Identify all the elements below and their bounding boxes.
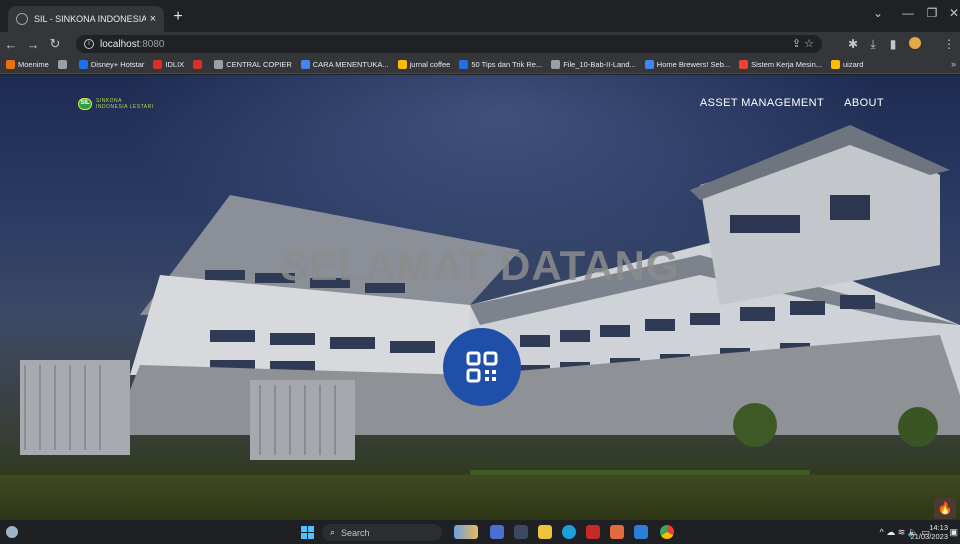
bookmark-favicon-icon	[153, 60, 163, 69]
side-panel-icon[interactable]: ▮	[884, 37, 902, 51]
bookmark-label: Moenime	[18, 60, 49, 69]
bookmark-favicon-icon	[644, 60, 654, 69]
bookmark-favicon-icon	[551, 60, 561, 69]
tab-search-icon[interactable]: ⌄	[868, 6, 888, 20]
bookmark-item[interactable]: Disney+ Hotstar	[78, 60, 145, 69]
bookmark-label: CENTRAL COPIER	[226, 60, 292, 69]
clock[interactable]: 14:13 21/03/2023	[910, 523, 948, 541]
bookmark-favicon-icon	[57, 60, 67, 69]
url-port: :8080	[139, 38, 165, 50]
bookmark-label: Home Brewers! Seb...	[656, 60, 731, 69]
address-bar[interactable]: i localhost :8080 ⇪ ☆	[76, 35, 822, 53]
browser-tab-strip: SIL - SINKONA INDONESIA LESTARI × + ⌄ — …	[0, 0, 960, 32]
bookmark-item[interactable]: Sistem Kerja Mesin...	[739, 60, 822, 69]
browser-tab[interactable]: SIL - SINKONA INDONESIA LESTARI ×	[8, 6, 164, 32]
bookmark-item[interactable]: Home Brewers! Seb...	[644, 60, 731, 69]
bookmark-label: jurnal coffee	[409, 60, 451, 69]
bookmark-label: Disney+ Hotstar	[90, 60, 145, 69]
vscode-icon[interactable]	[634, 525, 648, 539]
bookmark-favicon-icon	[831, 60, 840, 69]
bookmark-item[interactable]: Moenime	[6, 60, 49, 69]
downloads-icon[interactable]: ⤓	[864, 37, 882, 52]
bookmark-item[interactable]	[57, 60, 70, 69]
search-icon: ⌕	[330, 527, 336, 537]
xampp-icon[interactable]	[610, 525, 624, 539]
netflix-icon[interactable]	[586, 525, 600, 539]
settings-icon[interactable]	[514, 525, 528, 539]
bookmark-label: CARA MENENTUKA...	[312, 60, 389, 69]
start-icon[interactable]	[301, 526, 314, 539]
web-page: SIL SINKONA INDONESIA LESTARI ASSET MANA…	[0, 75, 960, 519]
hero-title: SELAMAT DATANG	[280, 242, 680, 289]
close-tab-icon[interactable]: ×	[150, 13, 156, 25]
minimize-icon[interactable]: —	[898, 6, 918, 20]
url-host: localhost	[100, 38, 140, 50]
flame-icon[interactable]: 🔥	[934, 498, 956, 519]
more-bookmarks-icon[interactable]: »	[951, 59, 956, 69]
file-explorer-icon[interactable]	[538, 525, 552, 539]
bookmark-favicon-icon	[300, 60, 310, 69]
site-logo[interactable]: SIL SINKONA INDONESIA LESTARI	[78, 98, 154, 110]
menu-icon[interactable]: ⋮	[940, 37, 958, 51]
chrome-icon[interactable]	[660, 525, 674, 539]
bookmark-item[interactable]: IDLIX	[153, 60, 184, 69]
bookmarks-bar: Moenime Disney+ Hotstar IDLIX CENTRAL COPIE…	[0, 56, 960, 74]
clock-date: 21/03/2023	[910, 532, 948, 541]
photos-icon[interactable]	[490, 525, 504, 539]
main-nav: ASSET MANAGEMENT ABOUT	[680, 97, 884, 109]
bookmark-label: 50 Tips dan Trik Re...	[471, 60, 543, 69]
bookmark-label: uizard	[843, 60, 864, 69]
maximize-icon[interactable]: ❐	[922, 6, 942, 20]
bookmark-favicon-icon	[6, 60, 15, 69]
share-icon[interactable]: ⇪ ☆	[792, 37, 814, 50]
bookmark-item[interactable]: CARA MENENTUKA...	[300, 60, 389, 69]
bookmark-favicon-icon	[78, 60, 88, 69]
new-tab-button[interactable]: +	[168, 8, 188, 26]
extensions-pin-icon[interactable]: ✱	[844, 37, 862, 51]
close-window-icon[interactable]: ✕	[944, 6, 960, 20]
bookmark-favicon-icon	[214, 60, 224, 69]
bookmark-item[interactable]	[193, 60, 205, 69]
bookmark-label: File_10-Bab-II-Land...	[563, 60, 636, 69]
nav-about[interactable]: ABOUT	[844, 97, 884, 109]
clock-time: 14:13	[929, 523, 948, 532]
search-label: Search	[341, 527, 370, 538]
globe-icon	[16, 13, 28, 25]
edge-icon[interactable]	[562, 525, 576, 539]
bookmark-item[interactable]: jurnal coffee	[397, 60, 451, 69]
bookmark-favicon-icon	[459, 60, 469, 69]
bookmark-item[interactable]: uizard	[831, 60, 863, 69]
tab-title: SIL - SINKONA INDONESIA LESTARI	[34, 14, 146, 24]
bookmark-item[interactable]: File_10-Bab-II-Land...	[551, 60, 636, 69]
bookmark-item[interactable]: 50 Tips dan Trik Re...	[459, 60, 542, 69]
logo-line-2: INDONESIA LESTARI	[96, 104, 154, 110]
bookmark-favicon-icon	[397, 60, 407, 69]
nav-asset-management[interactable]: ASSET MANAGEMENT	[700, 97, 824, 109]
logo-badge: SIL	[78, 98, 92, 110]
logo-text: SINKONA INDONESIA LESTARI	[96, 98, 154, 110]
bookmark-favicon-icon	[193, 60, 203, 69]
weather-icon[interactable]	[6, 526, 18, 538]
browser-toolbar: ← → ↻ i localhost :8080 ⇪ ☆	[0, 32, 960, 56]
notification-icon[interactable]: ▣	[949, 527, 958, 538]
reload-icon[interactable]: ↻	[44, 36, 66, 52]
forward-icon[interactable]: →	[22, 37, 44, 52]
site-info-icon[interactable]: i	[84, 39, 94, 49]
bookmark-label: Sistem Kerja Mesin...	[751, 60, 822, 69]
profile-avatar-icon[interactable]	[906, 37, 924, 52]
windows-taskbar: ⌕ Search ^ ☁ ≋ 🔈 ▭ 14:13 21/03/2023 ▣	[0, 519, 960, 544]
factory-building-image	[20, 125, 960, 480]
back-icon[interactable]: ←	[0, 37, 22, 52]
qr-code-icon	[466, 351, 498, 383]
lawn	[0, 475, 960, 519]
widgets-icon[interactable]	[454, 525, 478, 539]
bookmark-label: IDLIX	[165, 60, 185, 69]
bookmark-item[interactable]: CENTRAL COPIER	[214, 60, 292, 69]
bookmark-favicon-icon	[739, 60, 749, 69]
qr-scan-button[interactable]	[443, 328, 521, 406]
taskbar-search[interactable]: ⌕ Search	[322, 524, 442, 541]
